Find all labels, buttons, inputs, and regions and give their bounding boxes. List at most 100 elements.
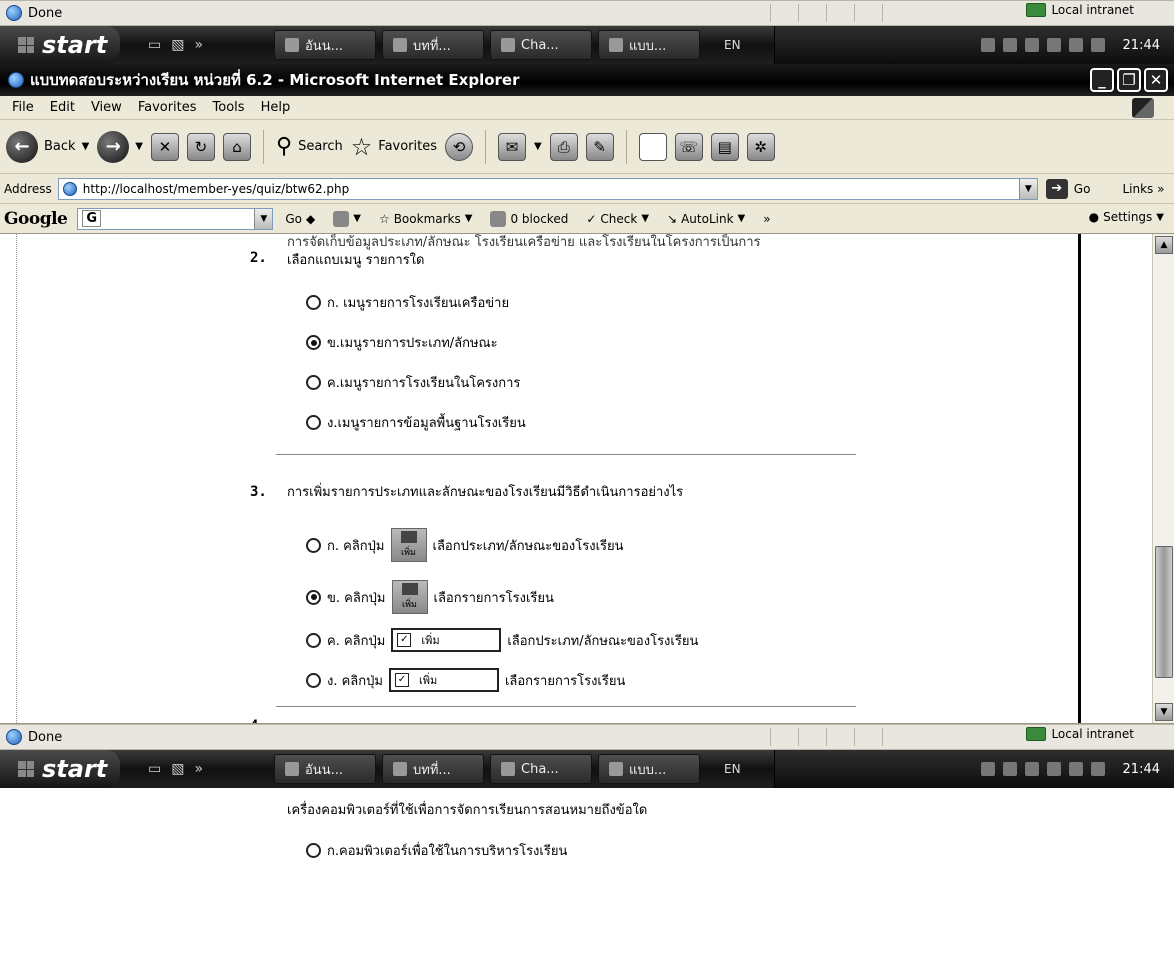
favorites-button[interactable]: ☆ Favorites bbox=[351, 133, 437, 161]
scroll-down-icon[interactable]: ▼ bbox=[1155, 703, 1173, 721]
bookmarks-button[interactable]: ☆ Bookmarks ▼ bbox=[373, 212, 479, 226]
edit-icon[interactable]: ✎ bbox=[585, 132, 614, 161]
scroll-thumb[interactable] bbox=[1155, 546, 1173, 678]
menu-view[interactable]: View bbox=[83, 100, 130, 115]
spellcheck-button[interactable]: ✓ Check ▼ bbox=[580, 212, 655, 226]
messenger-icon[interactable]: ☏ bbox=[674, 132, 703, 161]
tray-icon[interactable] bbox=[980, 38, 995, 52]
menu-edit[interactable]: Edit bbox=[42, 100, 83, 115]
taskbar-item[interactable]: แบบ... bbox=[598, 754, 700, 784]
ie-window-icon[interactable] bbox=[8, 72, 24, 88]
clock[interactable]: 21:44 bbox=[1123, 762, 1160, 777]
tray-icon[interactable] bbox=[1090, 38, 1105, 52]
google-logo[interactable]: Google bbox=[4, 209, 68, 229]
radio-button[interactable] bbox=[306, 632, 321, 648]
back-button[interactable]: ← Back ▼ bbox=[6, 130, 90, 163]
history-icon[interactable]: ⟲ bbox=[445, 132, 474, 161]
quicklaunch-icon[interactable]: ▧ bbox=[171, 37, 184, 53]
dropdown-caret-icon[interactable]: ▼ bbox=[534, 141, 542, 152]
tray-icon[interactable] bbox=[1024, 38, 1039, 52]
dropdown-caret-icon[interactable]: ▼ bbox=[82, 141, 90, 152]
tray-icon[interactable] bbox=[980, 762, 995, 776]
scroll-up-icon[interactable]: ▲ bbox=[1155, 236, 1173, 254]
language-indicator[interactable]: EN bbox=[724, 762, 758, 776]
menu-help[interactable]: Help bbox=[253, 100, 299, 115]
clock[interactable]: 21:44 bbox=[1123, 38, 1160, 53]
stop-icon[interactable]: ✕ bbox=[150, 132, 179, 161]
go-button[interactable]: ➔ Go bbox=[1045, 178, 1090, 199]
radio-button[interactable] bbox=[306, 589, 321, 605]
tray-icon[interactable] bbox=[1068, 38, 1083, 52]
dropdown-caret-icon[interactable]: ▼ bbox=[135, 141, 143, 152]
chevron-down-icon[interactable]: ▼ bbox=[1018, 178, 1037, 199]
quicklaunch-icon[interactable]: ▭ bbox=[148, 761, 161, 777]
radio-button[interactable] bbox=[306, 843, 321, 858]
tray-icon[interactable] bbox=[1002, 38, 1017, 52]
language-indicator[interactable]: EN bbox=[724, 38, 758, 52]
home-icon[interactable]: ⌂ bbox=[222, 132, 251, 161]
tray-icon[interactable] bbox=[1024, 762, 1039, 776]
radio-button[interactable] bbox=[306, 295, 321, 310]
close-icon[interactable]: ✕ bbox=[1144, 68, 1168, 92]
taskbar-item[interactable]: แบบ... bbox=[598, 30, 700, 60]
chevron-down-icon[interactable]: ▼ bbox=[254, 208, 273, 229]
menu-file[interactable]: File bbox=[4, 100, 42, 115]
mail-icon[interactable]: ✉ bbox=[498, 132, 527, 161]
popup-blocker-button[interactable]: 0 blocked bbox=[484, 210, 574, 227]
address-input[interactable]: http://localhost/member-yes/quiz/btw62.p… bbox=[57, 177, 1038, 200]
taskbar-item[interactable]: บทที่... bbox=[382, 30, 484, 60]
taskbar-item[interactable]: อันน... bbox=[274, 754, 376, 784]
start-button[interactable]: start bbox=[0, 750, 120, 788]
settings-button[interactable]: ● Settings ▼ bbox=[1089, 210, 1164, 224]
start-button[interactable]: start bbox=[0, 26, 120, 64]
minimize-icon[interactable]: _ bbox=[1090, 68, 1114, 92]
radio-button[interactable] bbox=[306, 415, 321, 430]
google-options-button[interactable]: ▼ bbox=[327, 210, 367, 227]
vertical-scrollbar[interactable]: ▲ ▼ bbox=[1152, 234, 1174, 723]
taskbar-item[interactable]: อันน... bbox=[274, 30, 376, 60]
maximize-icon[interactable]: ❐ bbox=[1117, 68, 1141, 92]
google-go-button[interactable]: Go ◆ bbox=[279, 212, 321, 226]
q3-option-a[interactable]: ก. คลิกปุ่ม เพิ่ม เลือกประเภท/ลักษณะของโ… bbox=[306, 528, 624, 562]
q4-option-a[interactable]: ก.คอมพิวเตอร์เพื่อใช้ในการบริหารโรงเรียน bbox=[306, 840, 567, 861]
tray-icon[interactable] bbox=[1046, 762, 1061, 776]
more-buttons[interactable]: » bbox=[757, 212, 776, 226]
chevron-right-icon[interactable]: » bbox=[194, 761, 203, 777]
print-icon[interactable]: ⎙ bbox=[549, 132, 578, 161]
q2-option-d[interactable]: ง.เมนูรายการข้อมูลพื้นฐานโรงเรียน bbox=[306, 412, 526, 433]
radio-button[interactable] bbox=[306, 335, 321, 350]
taskbar-item[interactable]: Cha... bbox=[490, 754, 592, 784]
q2-option-b[interactable]: ข.เมนูรายการประเภท/ลักษณะ bbox=[306, 332, 498, 353]
quicklaunch-icon[interactable]: ▧ bbox=[171, 761, 184, 777]
tray-icon[interactable] bbox=[1068, 762, 1083, 776]
system-tray: 21:44 bbox=[774, 750, 1174, 788]
q2-option-a[interactable]: ก. เมนูรายการโรงเรียนเครือข่าย bbox=[306, 292, 509, 313]
google-search-input[interactable]: G ▼ bbox=[77, 207, 274, 230]
address-url[interactable]: http://localhost/member-yes/quiz/btw62.p… bbox=[83, 182, 349, 196]
quicklaunch-icon[interactable]: ▭ bbox=[148, 37, 161, 53]
research-icon[interactable]: ▤ bbox=[710, 132, 739, 161]
chevron-right-icon[interactable]: » bbox=[194, 37, 203, 53]
radio-button[interactable] bbox=[306, 375, 321, 390]
taskbar-item[interactable]: Cha... bbox=[490, 30, 592, 60]
discuss-icon[interactable] bbox=[638, 132, 667, 161]
window-titlebar[interactable]: แบบทดสอบระหว่างเรียน หน่วยที่ 6.2 - Micr… bbox=[0, 64, 1174, 96]
tray-icon[interactable] bbox=[1046, 38, 1061, 52]
links-button[interactable]: Links » bbox=[1122, 182, 1164, 196]
menu-tools[interactable]: Tools bbox=[205, 100, 253, 115]
search-button[interactable]: ⚲ Search bbox=[276, 134, 343, 159]
q2-option-c[interactable]: ค.เมนูรายการโรงเรียนในโครงการ bbox=[306, 372, 520, 393]
q3-option-b[interactable]: ข. คลิกปุ่ม เพิ่ม เลือกรายการโรงเรียน bbox=[306, 580, 554, 614]
msn-icon[interactable]: ✲ bbox=[746, 132, 775, 161]
q3-option-c[interactable]: ค. คลิกปุ่ม ✓ เพิ่ม เลือกประเภท/ลักษณะของ… bbox=[306, 628, 698, 652]
autolink-button[interactable]: ↘ AutoLink ▼ bbox=[661, 212, 751, 226]
menu-favorites[interactable]: Favorites bbox=[130, 100, 205, 115]
tray-icon[interactable] bbox=[1090, 762, 1105, 776]
radio-button[interactable] bbox=[306, 537, 321, 553]
forward-button[interactable]: → ▼ bbox=[97, 130, 143, 163]
refresh-icon[interactable]: ↻ bbox=[186, 132, 215, 161]
tray-icon[interactable] bbox=[1002, 762, 1017, 776]
radio-button[interactable] bbox=[306, 672, 321, 688]
taskbar-item[interactable]: บทที่... bbox=[382, 754, 484, 784]
q3-option-d[interactable]: ง. คลิกปุ่ม ✓ เพิ่ม เลือกรายการโรงเรียน bbox=[306, 668, 625, 692]
